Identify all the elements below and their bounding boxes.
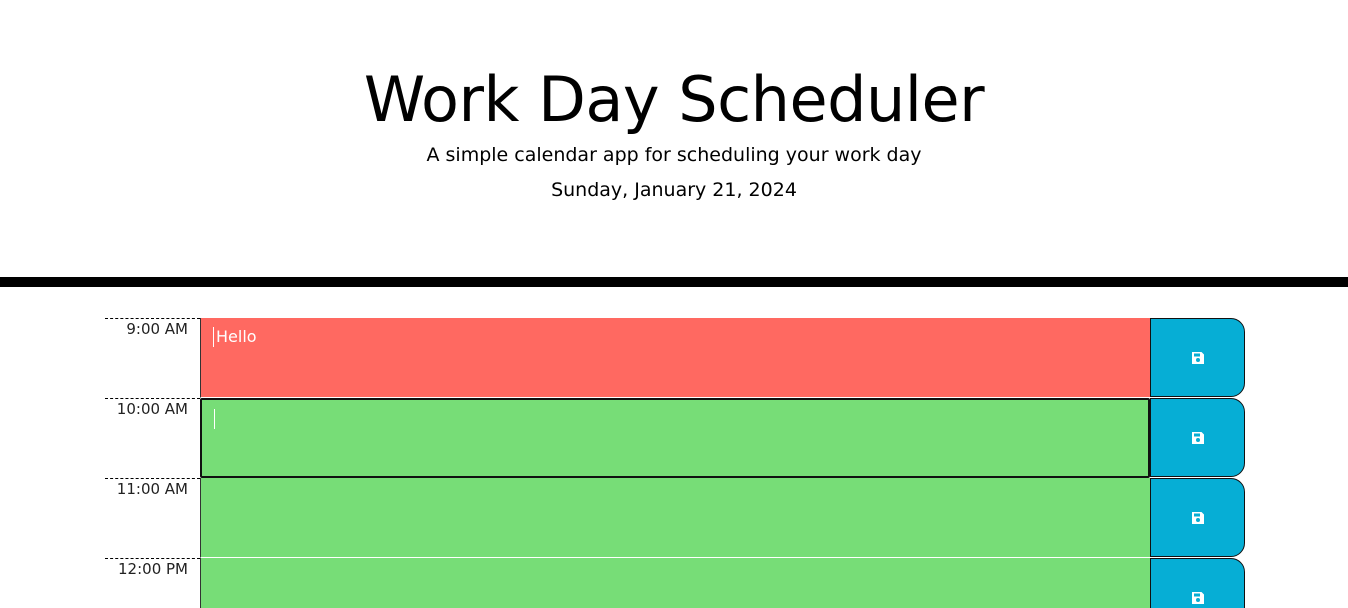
hour-label-text: 10:00 AM [116,400,188,418]
time-block-10am: 10:00 AM [105,398,1245,478]
description-input[interactable] [200,558,1150,608]
save-button[interactable] [1150,318,1245,397]
hour-label: 10:00 AM [105,398,200,478]
hour-label: 9:00 AM [105,318,200,398]
schedule: 9:00 AM Hello 10:00 AM 11:00 AM 12:00 PM [0,287,1348,608]
hour-label-text: 12:00 PM [118,560,188,578]
description-input[interactable] [200,398,1150,478]
time-block-9am: 9:00 AM Hello [105,318,1245,398]
hour-label: 11:00 AM [105,478,200,558]
current-day: Sunday, January 21, 2024 [551,179,797,201]
description-text: Hello [216,327,257,346]
description-input[interactable]: Hello [200,318,1150,398]
save-button[interactable] [1150,558,1245,608]
time-block-12pm: 12:00 PM [105,558,1245,608]
time-block-11am: 11:00 AM [105,478,1245,558]
text-cursor [213,327,214,347]
hour-label: 12:00 PM [105,558,200,608]
floppy-disk-icon [1191,351,1205,365]
page-subtitle: A simple calendar app for scheduling you… [426,144,922,166]
floppy-disk-icon [1191,591,1205,605]
page-title: Work Day Scheduler [363,63,985,136]
hour-label-text: 11:00 AM [116,480,188,498]
text-cursor [214,409,215,429]
floppy-disk-icon [1191,431,1205,445]
save-button[interactable] [1150,478,1245,557]
save-button[interactable] [1150,398,1245,477]
header: Work Day Scheduler A simple calendar app… [0,0,1348,277]
floppy-disk-icon [1191,511,1205,525]
description-input[interactable] [200,478,1150,558]
header-divider [0,277,1348,287]
hour-label-text: 9:00 AM [126,320,188,338]
